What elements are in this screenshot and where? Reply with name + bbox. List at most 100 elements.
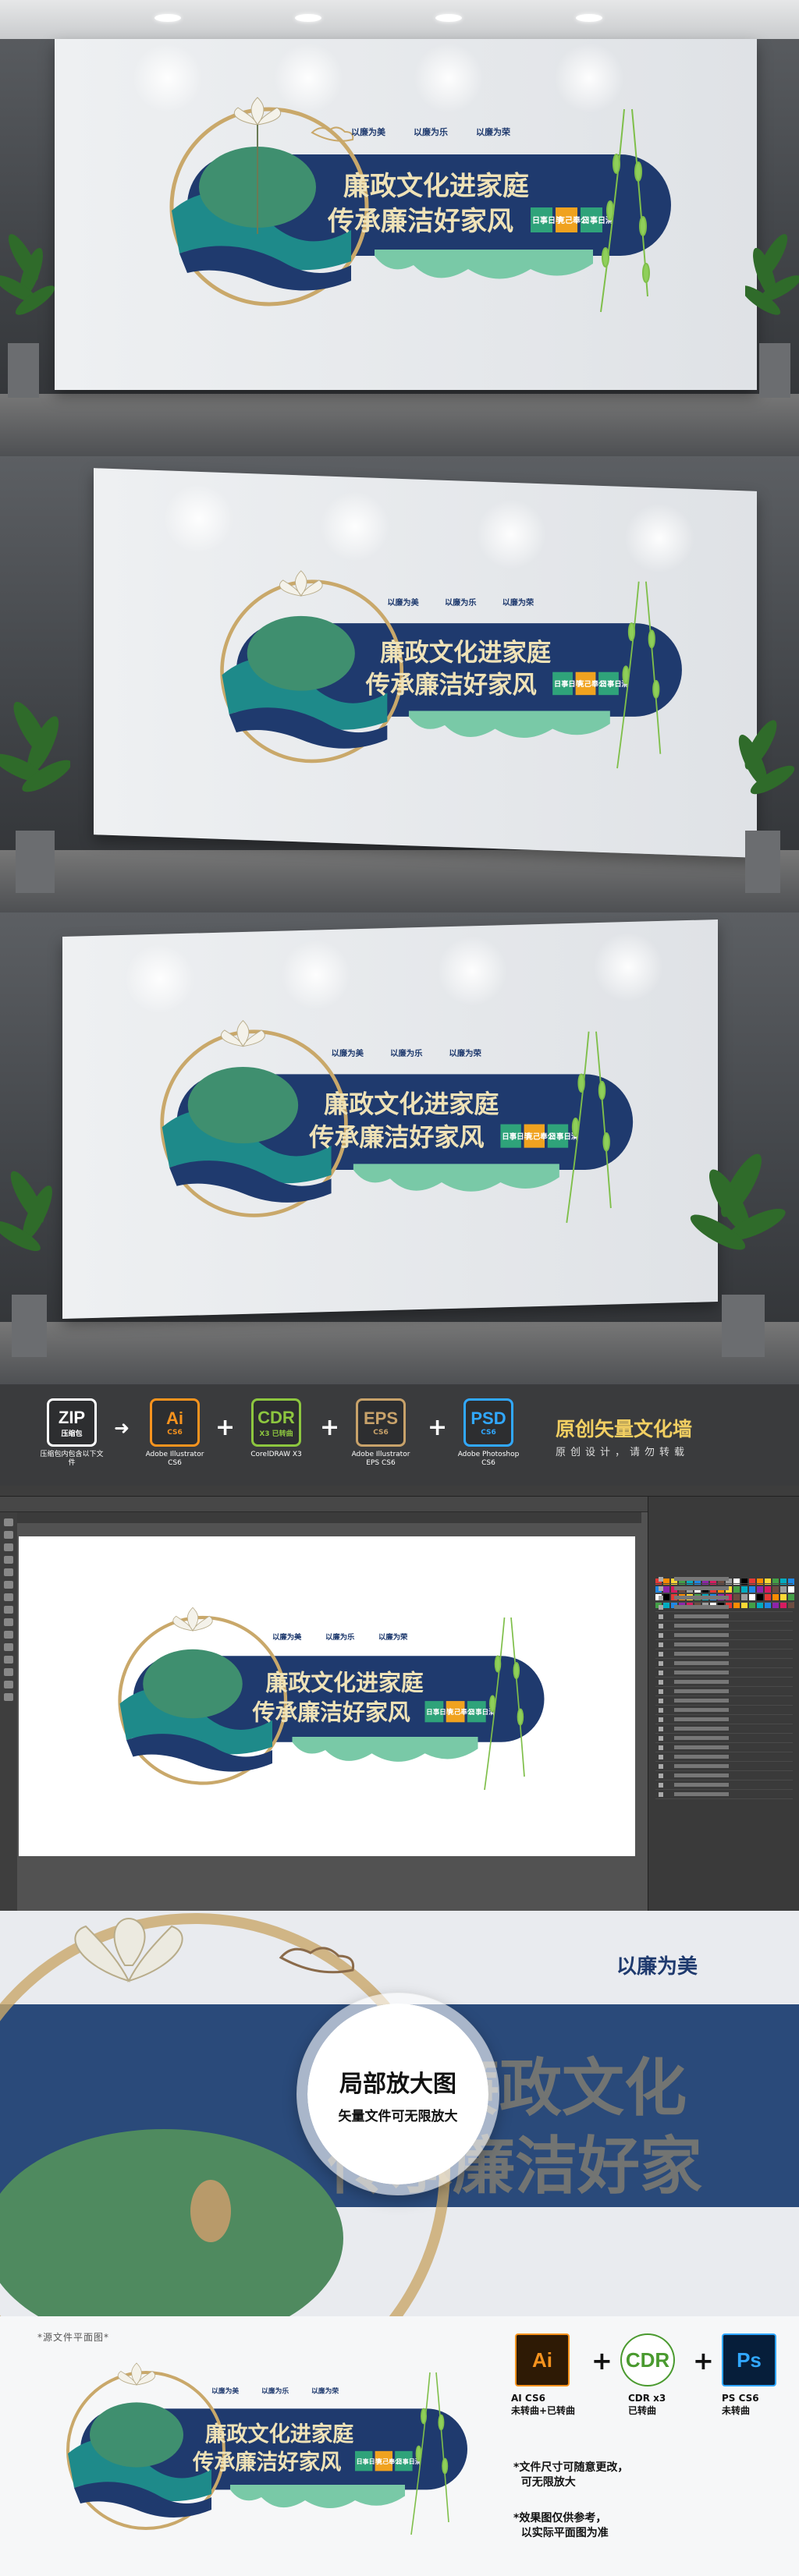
line-tool-icon[interactable]	[4, 1568, 13, 1576]
psd-icon: PSD CS6	[463, 1398, 513, 1447]
layer-name-placeholder	[674, 1745, 729, 1749]
layer-row[interactable]	[655, 1688, 793, 1696]
visibility-eye-icon[interactable]	[659, 1680, 663, 1685]
format-ai: Ai CS6 Adobe Illustrator CS6	[142, 1398, 208, 1468]
visibility-eye-icon[interactable]	[659, 1596, 663, 1600]
sign-line-2: 传承廉洁好家风	[192, 2450, 341, 2475]
visibility-eye-icon[interactable]	[659, 1605, 663, 1610]
rectangle-tool-icon[interactable]	[4, 1581, 13, 1589]
scale-tool-icon[interactable]	[4, 1643, 13, 1651]
visibility-eye-icon[interactable]	[659, 1764, 663, 1769]
cdr-icon: CDR X3 已转曲	[251, 1398, 301, 1447]
layer-row[interactable]	[655, 1716, 793, 1724]
visibility-eye-icon[interactable]	[659, 1633, 663, 1638]
direct-select-tool-icon[interactable]	[4, 1531, 13, 1539]
layer-name-placeholder	[674, 1605, 729, 1609]
layer-row[interactable]	[655, 1791, 793, 1799]
top-item: 以廉为美	[332, 1048, 364, 1058]
layer-row[interactable]	[655, 1613, 793, 1621]
visibility-eye-icon[interactable]	[659, 1577, 663, 1582]
layer-name-placeholder	[674, 1727, 729, 1731]
sign-line-1: 廉政文化进家庭	[380, 638, 552, 667]
layer-row[interactable]	[655, 1641, 793, 1649]
layer-row[interactable]	[655, 1660, 793, 1668]
zoom-tool-icon[interactable]	[4, 1693, 13, 1701]
visibility-eye-icon[interactable]	[659, 1586, 663, 1591]
potted-plant-left	[0, 234, 55, 398]
layer-row[interactable]	[655, 1632, 793, 1640]
visibility-eye-icon[interactable]	[659, 1727, 663, 1731]
layer-row[interactable]	[655, 1603, 793, 1612]
visibility-eye-icon[interactable]	[659, 1783, 663, 1788]
visibility-eye-icon[interactable]	[659, 1745, 663, 1750]
rotate-tool-icon[interactable]	[4, 1631, 13, 1639]
lotus-flower	[233, 97, 282, 126]
top-item: 以廉为乐	[325, 1632, 355, 1642]
zip-package: ZIP 压缩包 压缩包内包含以下文件	[39, 1398, 105, 1468]
document-tab-bar[interactable]	[17, 1512, 641, 1523]
layer-row[interactable]	[655, 1678, 793, 1687]
format-caption: Adobe Illustrator CS6	[145, 1451, 204, 1467]
cloud-shape	[375, 250, 593, 279]
format-psd: PSD CS6 Adobe Photoshop CS6	[456, 1398, 521, 1468]
brush-tool-icon[interactable]	[4, 1593, 13, 1601]
visibility-eye-icon[interactable]	[659, 1717, 663, 1722]
layer-name-placeholder	[674, 1671, 729, 1674]
visibility-eye-icon[interactable]	[659, 1773, 663, 1778]
layer-row[interactable]	[655, 1734, 793, 1743]
zip-caption: 压缩包内包含以下文件	[40, 1451, 104, 1467]
layer-name-placeholder	[674, 1773, 729, 1777]
layer-row[interactable]	[655, 1725, 793, 1734]
tools-panel[interactable]	[0, 1512, 17, 1911]
visibility-eye-icon[interactable]	[659, 1614, 663, 1619]
layer-row[interactable]	[655, 1706, 793, 1715]
layer-row[interactable]	[655, 1744, 793, 1752]
plus-icon: +	[428, 1414, 448, 1441]
layer-row[interactable]	[655, 1594, 793, 1603]
top-item: 以廉为美	[351, 126, 386, 137]
layer-row[interactable]	[655, 1753, 793, 1762]
top-item: 以廉为荣	[476, 126, 511, 137]
visibility-eye-icon[interactable]	[659, 1671, 663, 1675]
visibility-eye-icon[interactable]	[659, 1624, 663, 1628]
layer-row[interactable]	[655, 1650, 793, 1659]
strip-subline: 原创设计，请勿转载	[556, 1447, 690, 1458]
artboard[interactable]: 以廉为美 以廉为乐 以廉为荣 廉政文化进家庭 传承廉洁好家风 日事日毕 克己奉公…	[19, 1536, 635, 1856]
mockup-panel-3: 以廉为美 以廉为乐 以廉为荣 廉政文化进家庭 传承廉洁好家风 日事日毕 克己奉公…	[0, 912, 799, 1384]
format-small: CS6	[373, 1429, 389, 1437]
hand-tool-icon[interactable]	[4, 1681, 13, 1688]
layer-name-placeholder	[674, 1652, 729, 1656]
layer-row[interactable]	[655, 1781, 793, 1790]
visibility-eye-icon[interactable]	[659, 1708, 663, 1713]
visibility-eye-icon[interactable]	[659, 1689, 663, 1694]
layer-name-placeholder	[674, 1680, 729, 1684]
layer-row[interactable]	[655, 1585, 793, 1593]
pencil-tool-icon[interactable]	[4, 1606, 13, 1614]
floor	[0, 394, 799, 456]
layer-row[interactable]	[655, 1575, 793, 1584]
plus-icon: +	[591, 2346, 613, 2376]
visibility-eye-icon[interactable]	[659, 1661, 663, 1666]
type-tool-icon[interactable]	[4, 1556, 13, 1564]
top-item: 以廉为荣	[502, 597, 534, 608]
gradient-tool-icon[interactable]	[4, 1656, 13, 1664]
lotus-pod	[190, 2180, 231, 2242]
eyedropper-tool-icon[interactable]	[4, 1668, 13, 1676]
selection-tool-icon[interactable]	[4, 1518, 13, 1526]
pen-tool-icon[interactable]	[4, 1543, 13, 1551]
lotus-flower	[172, 1607, 213, 1632]
visibility-eye-icon[interactable]	[659, 1755, 663, 1759]
menu-bar[interactable]	[0, 1486, 799, 1497]
visibility-eye-icon[interactable]	[659, 1652, 663, 1657]
visibility-eye-icon[interactable]	[659, 1792, 663, 1797]
layer-row[interactable]	[655, 1772, 793, 1781]
layer-row[interactable]	[655, 1622, 793, 1631]
visibility-eye-icon[interactable]	[659, 1699, 663, 1703]
visibility-eye-icon[interactable]	[659, 1642, 663, 1647]
visibility-eye-icon[interactable]	[659, 1736, 663, 1741]
layer-row[interactable]	[655, 1669, 793, 1678]
layer-row[interactable]	[655, 1763, 793, 1771]
layer-row[interactable]	[655, 1697, 793, 1706]
eraser-tool-icon[interactable]	[4, 1618, 13, 1626]
flat-plan-panel: *源文件平面图* 以廉为美 以廉为乐 以廉为荣 廉政文化进家庭 传承廉洁好家风 …	[0, 2316, 799, 2576]
